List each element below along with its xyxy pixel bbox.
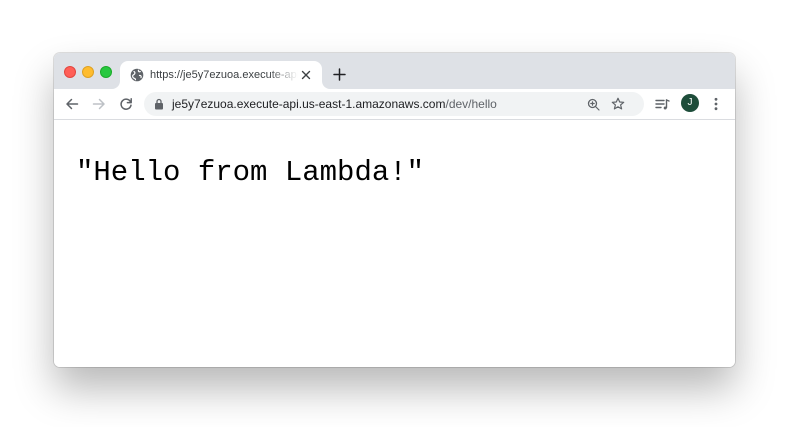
media-icon (654, 98, 670, 109)
address-bar[interactable]: je5y7ezuoa.execute-api.us-east-1.amazona… (144, 92, 644, 116)
tab-title: https://je5y7ezuoa.execute-api.us-east-1… (150, 69, 298, 81)
url-host: je5y7ezuoa.execute-api.us-east-1.amazona… (172, 97, 446, 111)
url-path: /dev/hello (445, 97, 497, 111)
profile-avatar[interactable]: J (681, 94, 699, 112)
response-text: "Hello from Lambda!" (76, 156, 425, 189)
zoom-icon (587, 98, 600, 111)
back-icon (66, 98, 79, 110)
close-tab-button[interactable] (298, 67, 314, 83)
bookmark-button[interactable] (610, 96, 626, 112)
zoom-button[interactable] (585, 96, 601, 112)
close-window-button[interactable] (64, 66, 76, 78)
close-icon (301, 70, 311, 80)
active-tab[interactable]: https://je5y7ezuoa.execute-api.us-east-1… (120, 61, 322, 89)
reload-button[interactable] (118, 96, 134, 112)
forward-button[interactable] (91, 96, 107, 112)
lock-icon (155, 98, 163, 110)
media-control-button[interactable] (654, 96, 670, 112)
menu-icon (714, 97, 718, 111)
plus-icon (332, 67, 346, 81)
browser-window: https://je5y7ezuoa.execute-api.us-east-1… (54, 53, 735, 367)
url-text: je5y7ezuoa.execute-api.us-east-1.amazona… (172, 97, 497, 111)
star-icon (611, 97, 625, 110)
tab-strip: https://je5y7ezuoa.execute-api.us-east-1… (54, 53, 735, 89)
globe-icon (130, 68, 144, 82)
page-content: "Hello from Lambda!" (54, 120, 735, 367)
forward-icon (92, 98, 105, 110)
toolbar: je5y7ezuoa.execute-api.us-east-1.amazona… (54, 89, 735, 120)
reload-icon (120, 98, 132, 110)
back-button[interactable] (64, 96, 80, 112)
minimize-window-button[interactable] (82, 66, 94, 78)
menu-button[interactable] (708, 96, 724, 112)
zoom-window-button[interactable] (100, 66, 112, 78)
new-tab-button[interactable] (330, 65, 348, 83)
